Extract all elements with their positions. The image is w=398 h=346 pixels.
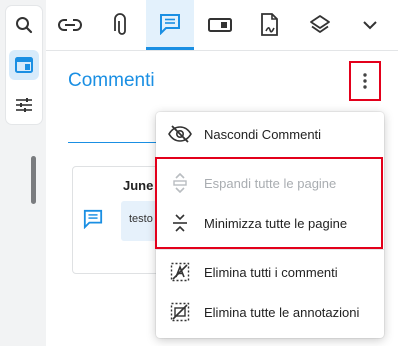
comments-tab-button[interactable] bbox=[146, 0, 194, 50]
search-icon bbox=[16, 17, 33, 34]
comment-icon bbox=[160, 13, 180, 35]
search-button[interactable] bbox=[9, 10, 39, 40]
form-field-icon bbox=[208, 18, 232, 32]
comment-icon bbox=[83, 209, 103, 229]
comment-date: June bbox=[123, 178, 154, 193]
toolbar bbox=[46, 0, 398, 51]
link-button[interactable] bbox=[46, 0, 94, 50]
paperclip-icon bbox=[114, 13, 126, 35]
menu-divider bbox=[156, 249, 384, 250]
scrollbar-thumb[interactable] bbox=[31, 156, 36, 204]
rail-tool-group bbox=[6, 6, 42, 124]
settings-sliders-button[interactable] bbox=[9, 90, 39, 120]
more-tools-button[interactable] bbox=[346, 0, 394, 50]
layers-icon bbox=[310, 15, 330, 33]
highlight-box-page-actions bbox=[155, 157, 383, 249]
panel-title: Commenti bbox=[68, 70, 155, 91]
sliders-icon bbox=[16, 98, 32, 112]
menu-item-delete-comments[interactable]: Elimina tutti i commenti bbox=[156, 252, 384, 292]
menu-item-label: Elimina tutti i commenti bbox=[204, 264, 338, 280]
highlight-box-kebab bbox=[349, 61, 381, 101]
signature-button[interactable] bbox=[246, 0, 294, 50]
link-icon bbox=[58, 19, 82, 31]
sidebar-panel-icon bbox=[15, 57, 33, 73]
form-field-button[interactable] bbox=[196, 0, 244, 50]
signature-file-icon bbox=[261, 13, 278, 36]
delete-comments-icon bbox=[170, 262, 190, 282]
menu-item-label: Nascondi Commenti bbox=[204, 126, 322, 142]
comment-text: testo bbox=[129, 213, 153, 225]
attachment-button[interactable] bbox=[96, 0, 144, 50]
eye-slash-icon bbox=[168, 125, 192, 143]
menu-item-label: Elimina tutte le annotazioni bbox=[204, 304, 360, 320]
menu-item-delete-annotations[interactable]: Elimina tutte le annotazioni bbox=[156, 292, 384, 332]
delete-annotations-icon bbox=[170, 302, 190, 322]
menu-item-hide-comments[interactable]: Nascondi Commenti bbox=[156, 114, 384, 154]
sidebar-panel-button[interactable] bbox=[9, 50, 39, 80]
left-rail bbox=[0, 0, 46, 346]
layers-button[interactable] bbox=[296, 0, 344, 50]
chevron-down-icon bbox=[363, 21, 377, 30]
